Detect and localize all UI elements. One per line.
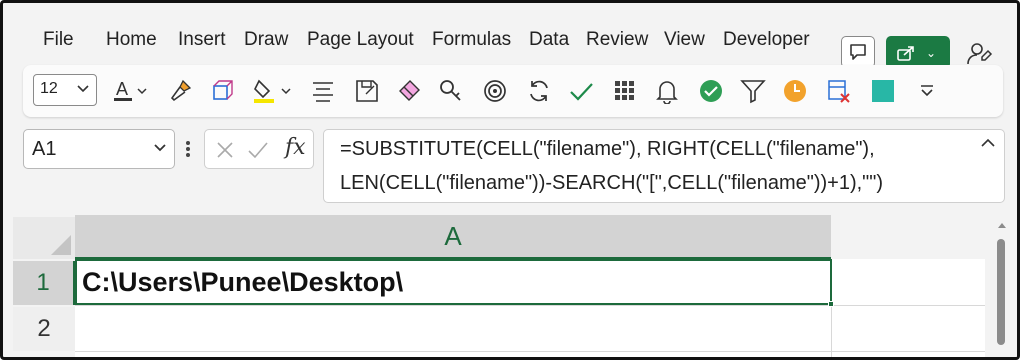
row-header-1[interactable]: 1 [13, 261, 75, 305]
menu-formulas[interactable]: Formulas [432, 29, 511, 51]
fill-color-icon[interactable] [251, 77, 279, 105]
name-box-value: A1 [32, 138, 57, 160]
cancel-icon[interactable] [215, 140, 235, 160]
name-box[interactable]: A1 [23, 129, 175, 169]
chevron-down-icon[interactable] [279, 77, 293, 105]
refresh-icon[interactable] [525, 77, 553, 105]
gridline [75, 351, 985, 352]
teal-square-icon[interactable] [869, 77, 897, 105]
cell-a2[interactable] [75, 305, 831, 351]
more-icon[interactable] [913, 77, 941, 105]
triangle-icon [51, 235, 71, 255]
formula-input[interactable]: =SUBSTITUTE(CELL("filename"), RIGHT(CELL… [323, 129, 1005, 203]
find-icon[interactable] [437, 77, 465, 105]
scroll-thumb[interactable] [997, 239, 1005, 345]
cell-a1[interactable]: C:\Users\Punee\Desktop\ [75, 259, 834, 307]
chevron-down-icon [77, 85, 89, 93]
chevron-up-icon[interactable] [980, 138, 996, 148]
comment-icon [850, 44, 866, 60]
formula-line-2: LEN(CELL("filename"))-SEARCH("[",CELL("f… [340, 172, 884, 194]
formula-line-1: =SUBSTITUTE(CELL("filename"), RIGHT(CELL… [340, 138, 875, 160]
share-icon [897, 45, 914, 61]
enter-icon[interactable] [247, 140, 269, 160]
grid-icon[interactable] [611, 77, 639, 105]
column-header-a[interactable]: A [75, 215, 831, 259]
menu-insert[interactable]: Insert [178, 29, 226, 51]
bell-icon[interactable] [653, 77, 681, 105]
cells-area: C:\Users\Punee\Desktop\ [75, 259, 985, 357]
align-icon[interactable] [309, 77, 337, 105]
scroll-up-icon[interactable] [997, 221, 1007, 229]
eraser-icon[interactable] [395, 77, 423, 105]
menu-draw[interactable]: Draw [244, 29, 288, 51]
menu-data[interactable]: Data [529, 29, 569, 51]
comments-button[interactable] [841, 36, 875, 68]
formula-actions: fx [204, 129, 314, 169]
chevron-down-icon [154, 144, 166, 152]
vertical-scrollbar[interactable] [987, 215, 1017, 357]
select-all-corner[interactable] [13, 217, 75, 259]
cell-a1-value: C:\Users\Punee\Desktop\ [82, 267, 404, 297]
chevron-down-icon: ⌄ [926, 45, 937, 60]
menu-file[interactable]: File [43, 29, 74, 51]
more-options-icon[interactable] [185, 139, 191, 159]
delete-sheet-icon[interactable] [825, 77, 853, 105]
filter-icon[interactable] [739, 77, 767, 105]
svg-text:A: A [116, 79, 128, 99]
menu-developer[interactable]: Developer [723, 29, 810, 51]
font-size-select[interactable]: 12 [33, 74, 97, 106]
chevron-down-icon[interactable] [135, 77, 149, 105]
menu-home[interactable]: Home [106, 29, 157, 51]
green-check-icon[interactable] [697, 77, 725, 105]
menu-page-layout[interactable]: Page Layout [307, 29, 414, 51]
excel-window: File Home Insert Draw Page Layout Formul… [0, 0, 1020, 360]
target-icon[interactable] [481, 77, 509, 105]
ribbon-toolbar: 12 A [23, 65, 1003, 117]
insert-function-button[interactable]: fx [285, 135, 306, 160]
checkmark-icon[interactable] [567, 77, 595, 105]
format-painter-icon[interactable] [167, 77, 195, 105]
3d-model-icon[interactable] [209, 77, 237, 105]
clock-icon[interactable] [781, 77, 809, 105]
person-icon [967, 43, 993, 65]
worksheet-grid: A 1 2 C:\Users\Punee\Desktop\ [3, 215, 1017, 357]
menu-view[interactable]: View [664, 29, 705, 51]
save-as-icon[interactable] [353, 77, 381, 105]
font-size-value: 12 [40, 80, 58, 97]
menu-review[interactable]: Review [586, 29, 648, 51]
menu-bar: File Home Insert Draw Page Layout Formul… [3, 17, 1017, 69]
row-header-2[interactable]: 2 [13, 307, 75, 351]
